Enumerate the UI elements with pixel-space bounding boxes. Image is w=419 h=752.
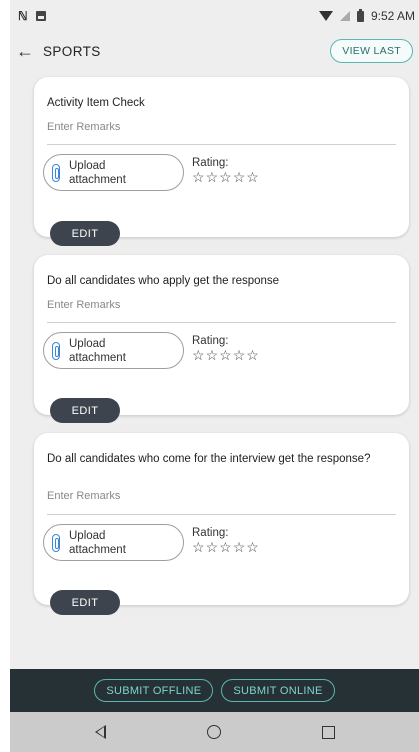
submit-offline-button[interactable]: SUBMIT OFFLINE <box>94 679 214 702</box>
status-bar: ℕ 9:52 AM <box>10 0 419 32</box>
rating-block: Rating: ☆ ☆ ☆ ☆ ☆ <box>192 527 259 554</box>
card-question: Do all candidates who come for the inter… <box>47 453 371 465</box>
star-icon[interactable]: ☆ <box>192 170 205 184</box>
status-time: 9:52 AM <box>370 9 415 23</box>
n-icon: ℕ <box>18 9 28 23</box>
checklist-card: Do all candidates who come for the inter… <box>34 433 409 605</box>
rating-label: Rating: <box>192 157 229 169</box>
remarks-underline <box>47 322 396 323</box>
checklist-card: Do all candidates who apply get the resp… <box>34 255 409 415</box>
rating-label: Rating: <box>192 335 229 347</box>
star-icon[interactable]: ☆ <box>192 348 205 362</box>
upload-attachment-label: Upload attachment <box>69 529 126 556</box>
phone-screen: ℕ 9:52 AM ← SPORTS VIEW LAST Activity It… <box>10 0 419 752</box>
wifi-icon <box>318 11 333 21</box>
checklist-card: Activity Item Check Enter Remarks Upload… <box>34 77 409 237</box>
star-rating[interactable]: ☆ ☆ ☆ ☆ ☆ <box>192 540 259 554</box>
arrow-left-icon[interactable]: ← <box>16 42 34 60</box>
remarks-underline <box>47 514 396 515</box>
image-icon <box>35 11 46 21</box>
star-icon[interactable]: ☆ <box>192 540 205 554</box>
battery-icon <box>356 8 364 22</box>
remarks-input[interactable]: Enter Remarks <box>47 490 120 502</box>
android-nav-bar <box>10 712 419 752</box>
star-rating[interactable]: ☆ ☆ ☆ ☆ ☆ <box>192 348 259 362</box>
edit-button[interactable]: EDIT <box>50 398 120 423</box>
star-icon[interactable]: ☆ <box>206 348 219 362</box>
rating-label: Rating: <box>192 527 229 539</box>
star-icon[interactable]: ☆ <box>219 540 232 554</box>
star-icon[interactable]: ☆ <box>246 170 259 184</box>
upload-attachment-label: Upload attachment <box>69 159 126 186</box>
paperclip-icon <box>52 341 60 360</box>
upload-attachment-button[interactable]: Upload attachment <box>43 154 184 191</box>
edit-button[interactable]: EDIT <box>50 590 120 615</box>
app-header: ← SPORTS VIEW LAST <box>10 32 419 70</box>
star-icon[interactable]: ☆ <box>233 170 246 184</box>
page-title: SPORTS <box>43 43 101 59</box>
upload-attachment-button[interactable]: Upload attachment <box>43 332 184 369</box>
submit-online-button[interactable]: SUBMIT ONLINE <box>221 679 335 702</box>
upload-attachment-label: Upload attachment <box>69 337 126 364</box>
home-circle-icon[interactable] <box>206 725 221 739</box>
star-icon[interactable]: ☆ <box>246 348 259 362</box>
recents-square-icon[interactable] <box>321 725 335 739</box>
edit-button[interactable]: EDIT <box>50 221 120 246</box>
remarks-input[interactable]: Enter Remarks <box>47 299 120 311</box>
upload-attachment-button[interactable]: Upload attachment <box>43 524 184 561</box>
submit-bar: SUBMIT OFFLINE SUBMIT ONLINE <box>10 669 419 712</box>
rating-block: Rating: ☆ ☆ ☆ ☆ ☆ <box>192 335 259 362</box>
card-question: Do all candidates who apply get the resp… <box>47 275 280 287</box>
star-icon[interactable]: ☆ <box>219 348 232 362</box>
star-icon[interactable]: ☆ <box>233 348 246 362</box>
star-icon[interactable]: ☆ <box>233 540 246 554</box>
signal-icon <box>339 11 350 21</box>
remarks-underline <box>47 144 396 145</box>
star-icon[interactable]: ☆ <box>219 170 232 184</box>
paperclip-icon <box>52 163 60 182</box>
star-icon[interactable]: ☆ <box>206 170 219 184</box>
back-triangle-icon[interactable] <box>94 725 106 739</box>
paperclip-icon <box>52 533 60 552</box>
star-rating[interactable]: ☆ ☆ ☆ ☆ ☆ <box>192 170 259 184</box>
star-icon[interactable]: ☆ <box>206 540 219 554</box>
remarks-input[interactable]: Enter Remarks <box>47 121 120 133</box>
rating-block: Rating: ☆ ☆ ☆ ☆ ☆ <box>192 157 259 184</box>
card-question: Activity Item Check <box>47 97 145 109</box>
star-icon[interactable]: ☆ <box>246 540 259 554</box>
view-last-button[interactable]: VIEW LAST <box>330 39 413 63</box>
